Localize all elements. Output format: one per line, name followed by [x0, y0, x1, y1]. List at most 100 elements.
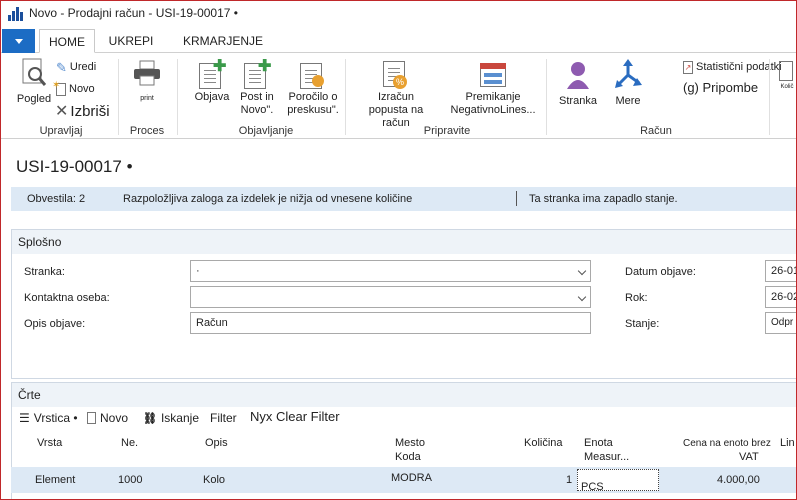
- view-icon: [22, 58, 47, 86]
- quantity-cut-label: Količ: [780, 84, 794, 90]
- view-label: Pogled: [16, 93, 52, 105]
- lines-toolbar: ☰ Vrstica • Novo ⛓ Iskanje Filter Nyx Cl…: [11, 406, 796, 430]
- new-label: Novo: [69, 82, 95, 95]
- post-icon: ✚: [199, 59, 226, 91]
- comments-button[interactable]: (g) Pripombe: [683, 81, 758, 99]
- column-header-uom[interactable]: Enota: [584, 437, 613, 449]
- posting-description-field[interactable]: Račun: [190, 312, 591, 334]
- post-button[interactable]: ✚ Objava: [192, 59, 232, 104]
- binoculars-icon: ⛓: [143, 412, 157, 425]
- statistics-button[interactable]: ↗ Statistični podatki: [683, 59, 782, 75]
- column-header-quantity[interactable]: Količina: [524, 437, 563, 449]
- print-button[interactable]: print: [129, 59, 165, 105]
- test-report-button[interactable]: Poročilo o preskusu".: [286, 59, 340, 117]
- notification-count[interactable]: Obvestila: 2: [27, 193, 85, 205]
- dimensions-button[interactable]: Mere: [611, 59, 645, 108]
- column-header-unit-price[interactable]: Cena na enoto brez: [683, 438, 771, 449]
- app-window: Novo - Prodajni račun - USI-19-00017 • H…: [0, 0, 797, 500]
- find-button[interactable]: ⛓ Iskanje: [143, 411, 199, 425]
- test-report-label: Poročilo o preskusu".: [287, 91, 339, 116]
- cell-uom-value: PCS: [581, 481, 604, 493]
- ribbon: Pogled ✎ Uredi ✶ Novo ✕ Izbriši Upravlja…: [1, 53, 796, 139]
- clear-filter-button[interactable]: Nyx Clear Filter: [250, 409, 340, 424]
- cell-uom[interactable]: PCS: [577, 469, 659, 493]
- status-value: Odpr: [771, 317, 794, 328]
- cell-location[interactable]: MODRA: [391, 472, 432, 484]
- tab-navigate[interactable]: KRMARJENJE: [179, 29, 267, 53]
- print-label: print: [140, 95, 154, 102]
- customer-field[interactable]: ·: [190, 260, 591, 282]
- general-section-header[interactable]: Splošno: [12, 230, 796, 254]
- page-title: USI-19-00017 •: [16, 157, 133, 176]
- column-header-location[interactable]: Mesto: [395, 437, 425, 449]
- edit-label: Uredi: [69, 60, 97, 73]
- posting-group-label: Objavljanje: [238, 125, 294, 137]
- new-document-icon: [87, 412, 96, 424]
- new-line-button[interactable]: Novo: [87, 411, 128, 425]
- column-header-type[interactable]: Vrsta: [37, 437, 62, 449]
- lines-grid-header: Vrsta Ne. Opis Mesto Koda Količina Enota…: [11, 433, 796, 467]
- tab-actions[interactable]: UKREPI: [103, 29, 159, 53]
- cell-description[interactable]: Kolo: [203, 474, 225, 486]
- quantity-button[interactable]: Količ: [776, 61, 796, 101]
- table-row[interactable]: Element 1000 Kolo MODRA 1 PCS 4.000,00: [11, 467, 796, 493]
- column-header-uom-2[interactable]: Measur...: [584, 451, 629, 463]
- cell-type[interactable]: Element: [35, 474, 75, 486]
- line-menu-button[interactable]: ☰ Vrstica •: [19, 411, 78, 425]
- post-new-icon: ✚: [244, 59, 271, 91]
- customer-button[interactable]: Stranka: [554, 59, 602, 108]
- notification-item[interactable]: Ta stranka ima zapadlo stanje.: [529, 193, 678, 205]
- calc-discount-button[interactable]: % Izračun popusta na račun: [357, 59, 435, 130]
- statistics-icon: ↗: [683, 60, 693, 74]
- column-header-line-amount[interactable]: Lin: [780, 437, 795, 449]
- post-new-button[interactable]: ✚ Post in Novo".: [237, 59, 277, 117]
- new-button[interactable]: ✶ Novo: [52, 80, 95, 97]
- status-field[interactable]: Odpr: [765, 312, 796, 334]
- view-button[interactable]: Pogled: [15, 57, 53, 106]
- column-header-unit-price-2[interactable]: VAT: [739, 451, 759, 463]
- move-negative-lines-label: Premikanje NegativnoLines...: [450, 91, 536, 116]
- posting-description-label: Opis objave:: [24, 318, 86, 330]
- app-logo-icon: [8, 5, 24, 21]
- title-bar: Novo - Prodajni račun - USI-19-00017 •: [1, 1, 796, 25]
- chevron-down-icon[interactable]: [577, 266, 587, 276]
- document-icon: [779, 61, 793, 81]
- comments-label: (g) Pripombe: [683, 80, 759, 95]
- post-new-label: Post in Novo".: [240, 91, 274, 116]
- chevron-down-icon[interactable]: [577, 292, 587, 302]
- manage-group-label: Upravljaj: [39, 125, 83, 137]
- chevron-down-icon: [14, 38, 23, 44]
- column-header-location-2[interactable]: Koda: [395, 451, 421, 463]
- lines-section-header[interactable]: Črte: [12, 383, 796, 407]
- post-label: Objava: [194, 91, 230, 103]
- due-date-value: 26-02: [771, 291, 797, 303]
- list-icon: ☰: [19, 411, 30, 425]
- column-header-description[interactable]: Opis: [205, 437, 228, 449]
- filter-button[interactable]: Filter: [210, 411, 237, 425]
- status-label: Stanje:: [625, 318, 660, 330]
- test-report-icon: [300, 59, 326, 91]
- move-negative-lines-button[interactable]: Premikanje NegativnoLines...: [447, 59, 539, 117]
- delete-x-icon: ✕: [55, 102, 69, 120]
- edit-button[interactable]: ✎ Uredi: [56, 59, 96, 75]
- file-menu-button[interactable]: [2, 29, 35, 53]
- cell-quantity[interactable]: 1: [566, 474, 572, 486]
- cell-no[interactable]: 1000: [118, 474, 142, 486]
- tab-home[interactable]: HOME: [39, 29, 95, 53]
- new-line-label: Novo: [100, 411, 129, 425]
- find-label: Iskanje: [160, 411, 199, 425]
- notification-item[interactable]: Razpoložljiva zaloga za izdelek je nižja…: [123, 193, 412, 205]
- customer-icon: [567, 62, 589, 89]
- due-date-field[interactable]: 26-02: [765, 286, 797, 308]
- column-header-no[interactable]: Ne.: [121, 437, 138, 449]
- customer-field-value: ·: [196, 265, 200, 277]
- cell-unit-price[interactable]: 4.000,00: [717, 474, 760, 486]
- new-document-icon: ✶: [52, 80, 66, 96]
- contact-field[interactable]: [190, 286, 591, 308]
- posting-date-field[interactable]: 26-01: [765, 260, 796, 282]
- ribbon-separator: [546, 59, 547, 135]
- ribbon-separator: [177, 59, 178, 135]
- posting-description-value: Račun: [196, 317, 228, 329]
- delete-button[interactable]: ✕ Izbriši: [55, 101, 110, 121]
- dimensions-label: Mere: [615, 95, 641, 107]
